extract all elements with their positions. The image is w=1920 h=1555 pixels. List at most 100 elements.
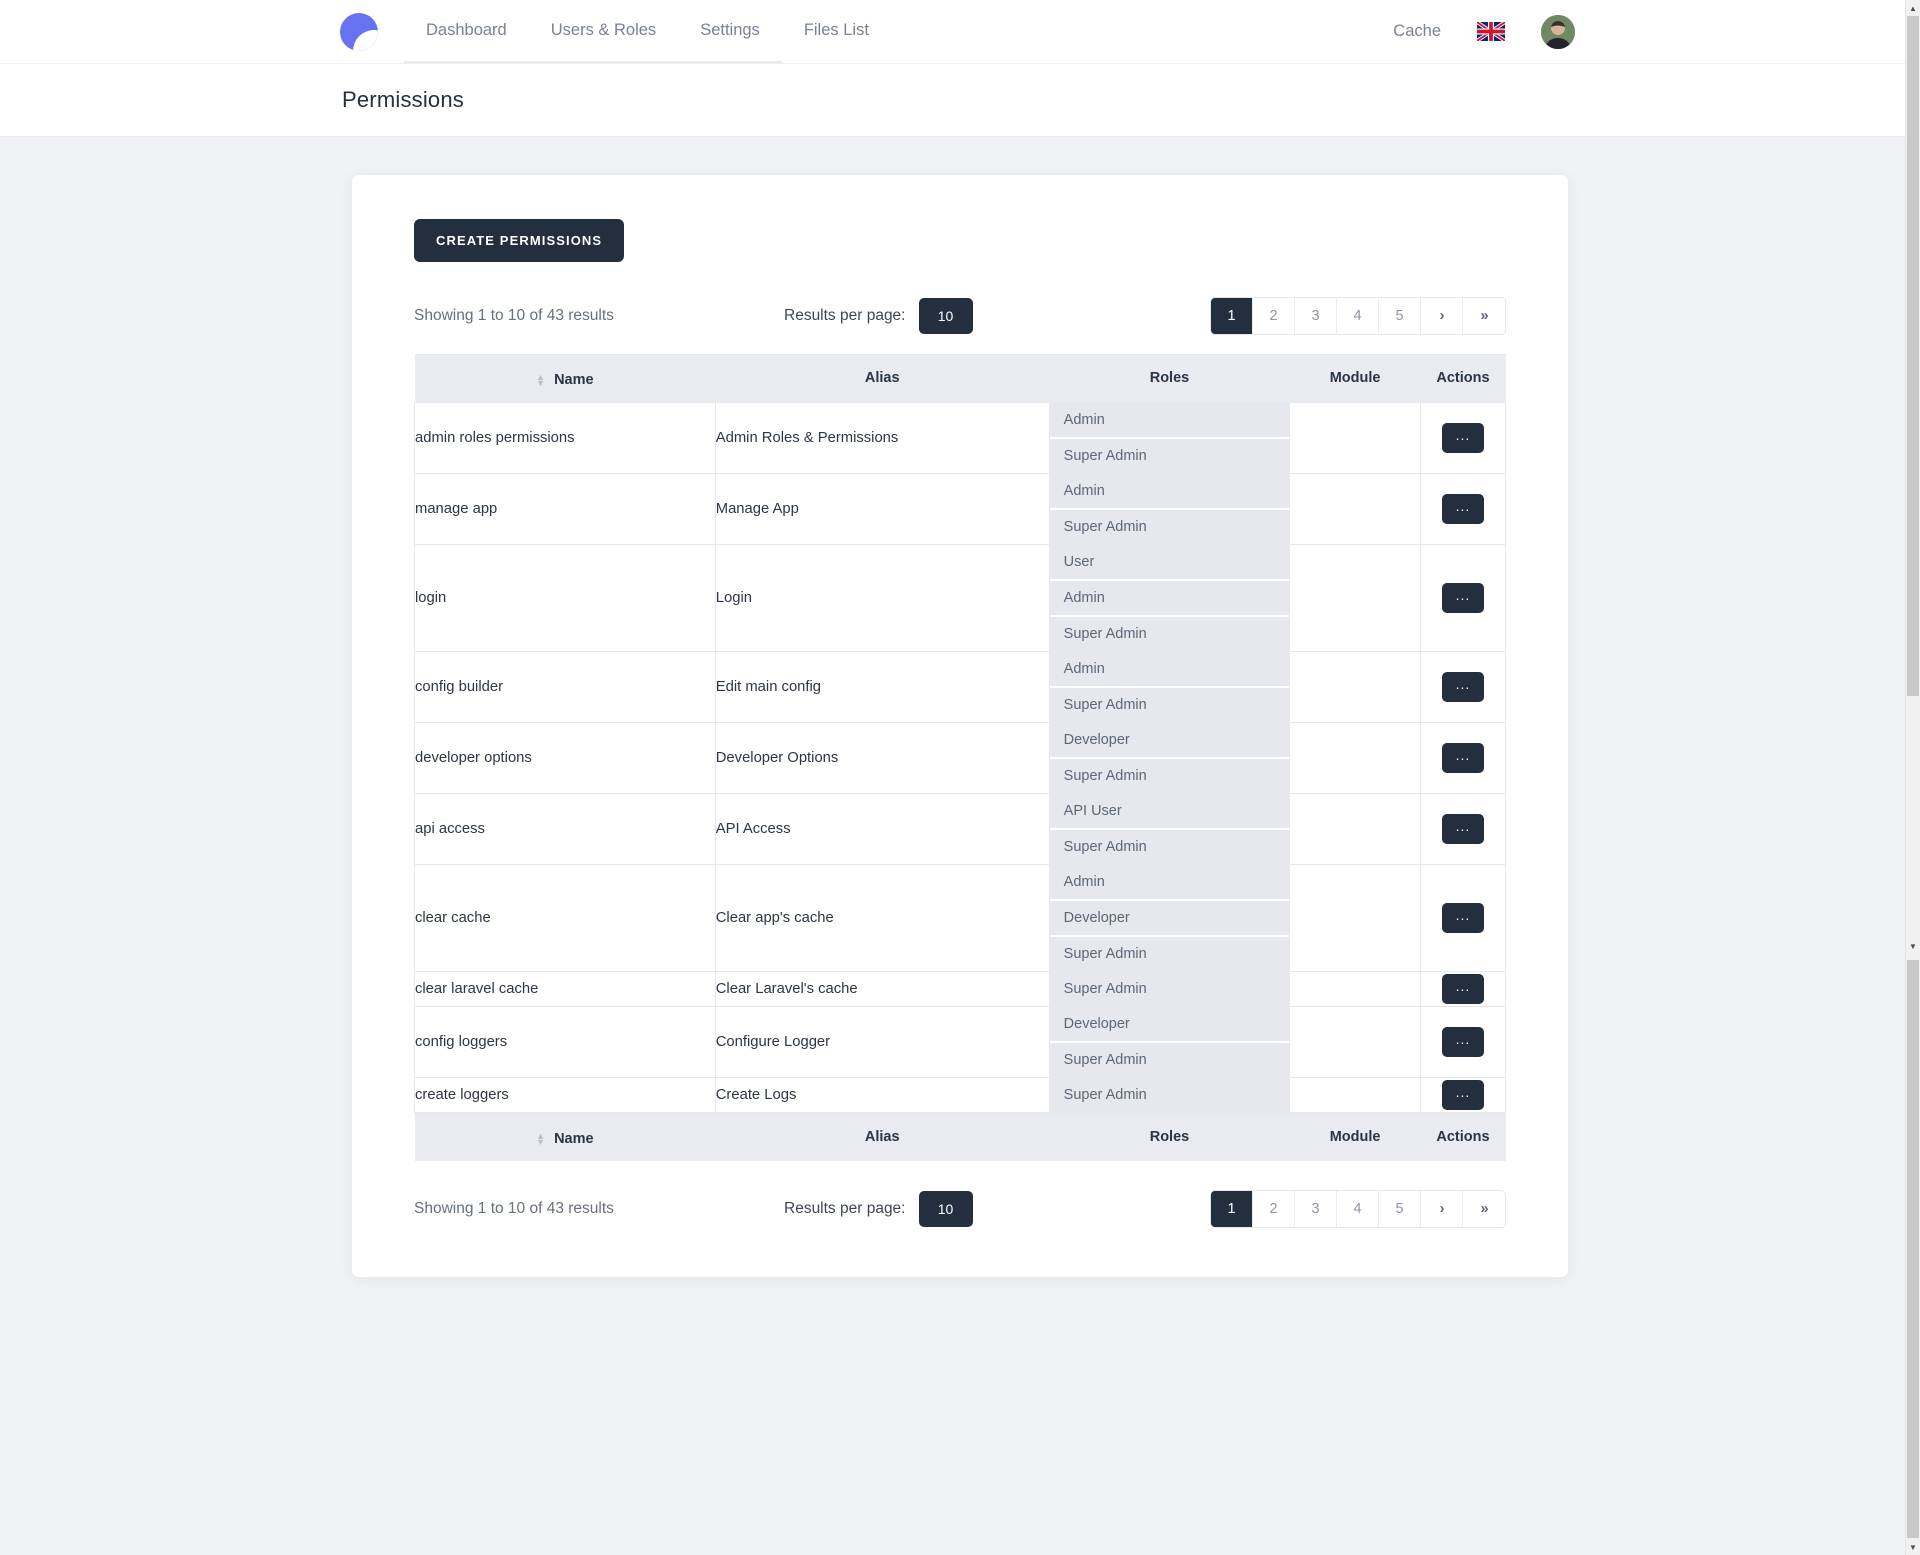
- results-per-page-value[interactable]: 10: [918, 298, 973, 334]
- column-header-module[interactable]: Module: [1289, 354, 1421, 403]
- cell-module: [1289, 793, 1421, 865]
- cell-actions: ...: [1419, 1006, 1507, 1078]
- page-button-2-bottom[interactable]: 2: [1253, 1191, 1295, 1227]
- page-title: Permissions: [342, 87, 465, 112]
- row-actions-button[interactable]: ...: [1441, 423, 1484, 453]
- scroll-thumb-lower[interactable]: [1907, 960, 1919, 1538]
- page-button-4[interactable]: 4: [1337, 298, 1379, 334]
- table-row: config loggers Configure Logger Developer S…: [414, 1006, 1507, 1078]
- cache-link[interactable]: Cache: [1393, 22, 1441, 41]
- row-actions-button[interactable]: ...: [1441, 903, 1484, 933]
- column-header-label: Name: [554, 372, 594, 388]
- nav-item-label: Dashboard: [426, 21, 507, 39]
- results-per-page-label-bottom: Results per page:: [784, 1200, 906, 1217]
- page-button-4-bottom[interactable]: 4: [1337, 1191, 1379, 1227]
- role-list: Super Admin: [1049, 1078, 1290, 1112]
- top-navbar: Dashboard Users & Roles Settings Files L…: [0, 0, 1920, 63]
- page-header: Permissions: [0, 63, 1920, 137]
- cell-roles: Super Admin: [1048, 1077, 1291, 1113]
- role-chip: Super Admin: [1049, 1078, 1290, 1112]
- cell-module: [1289, 1006, 1421, 1078]
- role-chip: Admin: [1049, 652, 1290, 688]
- cell-name: config builder: [414, 651, 716, 723]
- role-chip: Admin: [1049, 865, 1290, 901]
- column-footer-alias[interactable]: Alias: [715, 1112, 1050, 1161]
- scroll-down-icon-mid[interactable]: ▼: [1906, 938, 1920, 954]
- table-row: admin roles permissions Admin Roles & Per…: [414, 402, 1507, 474]
- table-foot: ▲ ▼ Name Alias Roles Module Actions: [414, 1112, 1506, 1161]
- sort-icon[interactable]: ▲ ▼: [536, 1132, 546, 1147]
- user-avatar[interactable]: [1541, 14, 1575, 49]
- role-list: Developer Super Admin: [1049, 723, 1290, 793]
- page-button-3[interactable]: 3: [1295, 298, 1337, 334]
- page-button-5-bottom[interactable]: 5: [1379, 1191, 1421, 1227]
- cell-alias: Edit main config: [714, 651, 1050, 723]
- cell-roles: Developer Super Admin: [1048, 1006, 1291, 1078]
- row-actions-button[interactable]: ...: [1441, 672, 1484, 702]
- column-header-name[interactable]: ▲ ▼ Name: [414, 354, 716, 403]
- nav-item-dashboard[interactable]: Dashboard: [404, 0, 529, 63]
- scroll-down-icon[interactable]: ▼: [1906, 1539, 1920, 1555]
- role-chip: Admin: [1049, 474, 1290, 510]
- cell-module: [1289, 402, 1421, 474]
- table-row: manage app Manage App Admin Super Admin...: [414, 473, 1507, 545]
- role-chip: Super Admin: [1049, 937, 1290, 971]
- results-per-page-label: Results per page:: [784, 307, 906, 324]
- role-list: API User Super Admin: [1049, 794, 1290, 864]
- navbar-left: Dashboard Users & Roles Settings Files L…: [0, 0, 891, 63]
- scroll-thumb[interactable]: [1907, 16, 1919, 696]
- column-footer-module[interactable]: Module: [1289, 1112, 1421, 1161]
- row-actions-button[interactable]: ...: [1441, 494, 1484, 524]
- row-actions-button[interactable]: ...: [1441, 814, 1484, 844]
- sort-down-icon: ▼: [536, 1137, 546, 1147]
- page-button-3-bottom[interactable]: 3: [1295, 1191, 1337, 1227]
- nav-item-settings[interactable]: Settings: [678, 0, 782, 63]
- nav-item-users-roles[interactable]: Users & Roles: [528, 0, 679, 63]
- next-page-icon-bottom[interactable]: ›: [1421, 1191, 1463, 1227]
- cell-module: [1289, 864, 1421, 972]
- column-header-alias[interactable]: Alias: [715, 354, 1050, 403]
- page-button-5[interactable]: 5: [1379, 298, 1421, 334]
- sort-icon[interactable]: ▲ ▼: [536, 373, 545, 388]
- column-footer-roles[interactable]: Roles: [1049, 1112, 1290, 1161]
- row-actions-button[interactable]: ...: [1441, 1080, 1484, 1110]
- role-chip: Super Admin: [1049, 1043, 1290, 1077]
- row-actions-button[interactable]: ...: [1441, 743, 1484, 773]
- cell-module: [1289, 1077, 1421, 1113]
- create-permissions-button[interactable]: CREATE PERMISSIONS: [414, 219, 625, 262]
- row-actions-button[interactable]: ...: [1441, 1027, 1484, 1057]
- table-row: clear laravel cache Clear Laravel's cache…: [414, 971, 1507, 1007]
- cell-actions: ...: [1419, 544, 1507, 652]
- cell-actions: ...: [1419, 793, 1507, 865]
- brand[interactable]: [340, 0, 404, 63]
- role-chip: API User: [1049, 794, 1290, 830]
- last-page-icon[interactable]: »: [1463, 298, 1505, 334]
- column-header-roles[interactable]: Roles: [1049, 354, 1290, 403]
- table-footer-row: ▲ ▼ Name Alias Roles Module Actions: [414, 1112, 1506, 1161]
- page-button-2[interactable]: 2: [1253, 298, 1295, 334]
- uk-flag-icon[interactable]: [1477, 22, 1505, 41]
- column-footer-name[interactable]: ▲ ▼ Name: [414, 1112, 716, 1161]
- cell-name: manage app: [414, 473, 716, 545]
- permissions-card: CREATE PERMISSIONS Showing 1 to 10 of 43…: [352, 175, 1568, 1277]
- page-button-1-bottom[interactable]: 1: [1211, 1191, 1253, 1227]
- role-chip: Developer: [1049, 723, 1290, 759]
- page-button-1[interactable]: 1: [1211, 298, 1253, 334]
- nav-item-files-list[interactable]: Files List: [782, 0, 891, 63]
- cell-roles: Admin Super Admin: [1048, 651, 1291, 723]
- last-page-icon-bottom[interactable]: »: [1463, 1191, 1505, 1227]
- row-actions-button[interactable]: ...: [1441, 583, 1484, 613]
- cell-module: [1289, 473, 1421, 545]
- role-list: Admin Developer Super Admin: [1049, 865, 1290, 971]
- table-row: config builder Edit main config Admin Super…: [414, 651, 1507, 723]
- page-scrollbar[interactable]: ▲ ▼ ▼: [1905, 0, 1920, 1555]
- role-chip: Developer: [1049, 1007, 1290, 1043]
- table-row: login Login User Admin Super Admin...: [414, 544, 1507, 652]
- scroll-up-icon[interactable]: ▲: [1906, 0, 1920, 16]
- row-actions-button[interactable]: ...: [1441, 974, 1484, 1004]
- page-content: CREATE PERMISSIONS Showing 1 to 10 of 43…: [0, 137, 1920, 1277]
- role-chip: Super Admin: [1049, 439, 1290, 473]
- column-footer-actions: Actions: [1420, 1112, 1506, 1161]
- results-per-page-value-bottom[interactable]: 10: [918, 1191, 973, 1227]
- next-page-icon[interactable]: ›: [1421, 298, 1463, 334]
